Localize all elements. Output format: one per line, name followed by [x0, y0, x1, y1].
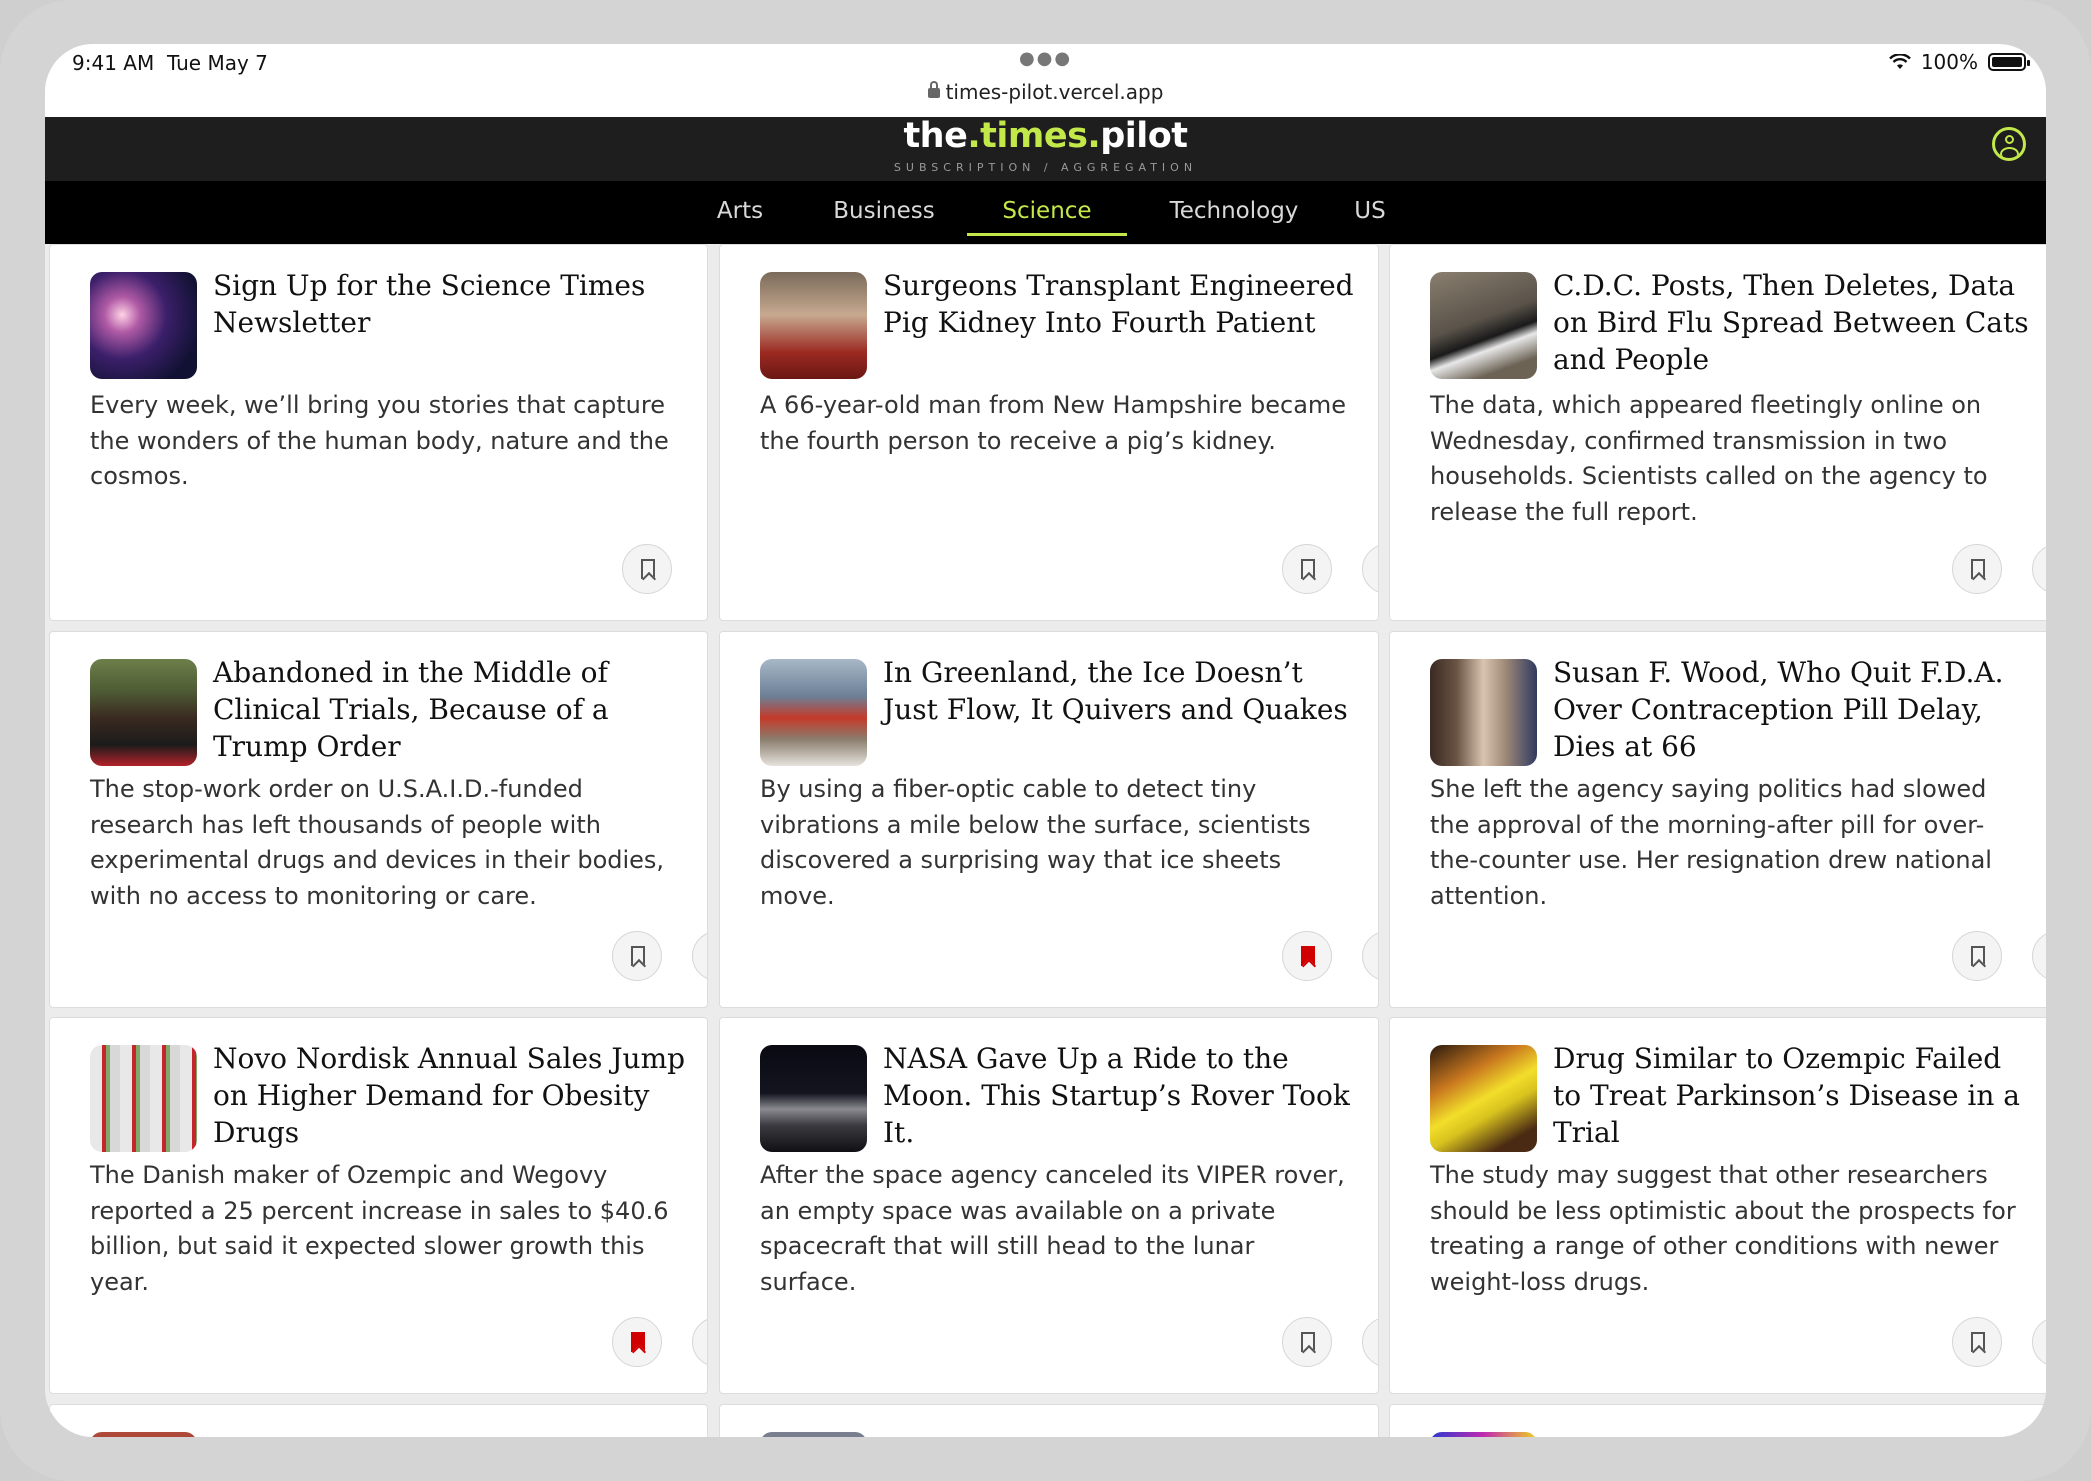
- article-card[interactable]: Surgeons Transplant Engineered Pig Kidne…: [719, 244, 1379, 621]
- bookmark-button[interactable]: [1952, 1317, 2002, 1367]
- clipboard-icon: [1378, 557, 1379, 581]
- article-thumbnail: [760, 1045, 867, 1152]
- copy-button[interactable]: [1362, 544, 1379, 594]
- article-card[interactable]: In Greenland, the Ice Doesn’t Just Flow,…: [719, 631, 1379, 1008]
- wifi-icon: [1888, 54, 1911, 69]
- article-card[interactable]: Novo Nordisk Annual Sales Jump on Higher…: [49, 1017, 708, 1394]
- article-thumbnail: [90, 272, 197, 379]
- tab-arts[interactable]: Arts: [700, 181, 780, 244]
- article-card-partial[interactable]: [49, 1404, 708, 1437]
- tablet-frame: 9:41 AM Tue May 7 ●●● 100% times-pilot.v…: [0, 0, 2091, 1481]
- bookmark-icon: [1971, 1332, 1985, 1352]
- article-card[interactable]: Susan F. Wood, Who Quit F.D.A. Over Cont…: [1389, 631, 2046, 1008]
- article-title[interactable]: Sign Up for the Science Times Newsletter: [213, 267, 689, 341]
- article-thumbnail: [760, 659, 867, 766]
- bookmark-button[interactable]: [1282, 1317, 1332, 1367]
- article-grid: Sign Up for the Science Times Newsletter…: [45, 244, 2046, 1437]
- bookmark-button[interactable]: [612, 931, 662, 981]
- article-card[interactable]: Drug Similar to Ozempic Failed to Treat …: [1389, 1017, 2046, 1394]
- article-thumbnail: [90, 1432, 197, 1437]
- bookmark-button[interactable]: [1952, 544, 2002, 594]
- article-title[interactable]: Abandoned in the Middle of Clinical Tria…: [213, 654, 689, 765]
- bookmark-icon: [1301, 1332, 1315, 1352]
- article-summary: She left the agency saying politics had …: [1430, 775, 1992, 910]
- user-account-icon[interactable]: [1992, 127, 2026, 161]
- article-card-partial[interactable]: [1389, 1404, 2046, 1437]
- masthead: the.times.pilot SUBSCRIPTION / AGGREGATI…: [45, 116, 2046, 181]
- article-summary: Every week, we’ll bring you stories that…: [90, 391, 669, 490]
- article-summary: By using a fiber-optic cable to detect t…: [760, 775, 1311, 910]
- article-summary: The stop-work order on U.S.A.I.D.-funded…: [90, 775, 665, 910]
- tab-business[interactable]: Business: [818, 181, 950, 244]
- article-thumbnail: [1430, 1432, 1537, 1437]
- article-summary: A 66-year-old man from New Hampshire bec…: [760, 391, 1347, 455]
- multitasking-dots-icon[interactable]: ●●●: [1019, 48, 1072, 69]
- article-thumbnail: [760, 1432, 867, 1437]
- article-thumbnail: [90, 659, 197, 766]
- bookmark-icon: [1301, 559, 1315, 579]
- article-title[interactable]: In Greenland, the Ice Doesn’t Just Flow,…: [883, 654, 1360, 728]
- status-bar: 9:41 AM Tue May 7 ●●● 100% times-pilot.v…: [45, 44, 2046, 117]
- article-title[interactable]: Surgeons Transplant Engineered Pig Kidne…: [883, 267, 1360, 341]
- article-summary: The data, which appeared fleetingly onli…: [1430, 391, 1988, 526]
- address-bar[interactable]: times-pilot.vercel.app: [45, 80, 2046, 104]
- tab-science[interactable]: Science: [967, 181, 1127, 244]
- url-text: times-pilot.vercel.app: [945, 80, 1164, 104]
- article-card-partial[interactable]: [719, 1404, 1379, 1437]
- bookmark-button[interactable]: [1282, 544, 1332, 594]
- bookmark-button[interactable]: [612, 1317, 662, 1367]
- tab-us[interactable]: US: [1345, 181, 1395, 244]
- bookmark-icon: [1971, 559, 1985, 579]
- tab-technology[interactable]: Technology: [1151, 181, 1317, 244]
- date-label: Tue May 7: [166, 51, 268, 75]
- battery-percent: 100%: [1920, 50, 1978, 74]
- article-thumbnail: [760, 272, 867, 379]
- article-summary: The study may suggest that other researc…: [1430, 1161, 2016, 1296]
- section-nav: Arts Business Science Technology US: [45, 181, 2046, 244]
- bookmark-button[interactable]: [1282, 931, 1332, 981]
- battery-icon: [1988, 53, 2030, 71]
- screen: 9:41 AM Tue May 7 ●●● 100% times-pilot.v…: [45, 44, 2046, 1437]
- article-summary: The Danish maker of Ozempic and Wegovy r…: [90, 1161, 669, 1296]
- lock-icon: [927, 81, 940, 98]
- bookmark-button[interactable]: [622, 544, 672, 594]
- bookmark-icon: [1971, 946, 1985, 966]
- time-label: 9:41 AM: [72, 51, 155, 75]
- copy-button[interactable]: [1362, 931, 1379, 981]
- logo-times: .times.: [967, 116, 1101, 156]
- article-card[interactable]: C.D.C. Posts, Then Deletes, Data on Bird…: [1389, 244, 2046, 621]
- tagline: SUBSCRIPTION / AGGREGATION: [893, 161, 1198, 174]
- article-card[interactable]: NASA Gave Up a Ride to the Moon. This St…: [719, 1017, 1379, 1394]
- article-card[interactable]: Sign Up for the Science Times Newsletter…: [49, 244, 708, 621]
- article-summary: After the space agency canceled its VIPE…: [760, 1161, 1345, 1296]
- copy-button[interactable]: [2032, 1317, 2046, 1367]
- site-logo[interactable]: the.times.pilot: [45, 116, 2046, 156]
- article-thumbnail: [90, 1045, 197, 1152]
- article-title[interactable]: NASA Gave Up a Ride to the Moon. This St…: [883, 1040, 1360, 1151]
- clipboard-icon: [1378, 1330, 1379, 1354]
- bookmark-button[interactable]: [1952, 931, 2002, 981]
- copy-button[interactable]: [692, 1317, 707, 1367]
- status-right: 100%: [1888, 50, 2030, 74]
- bookmark-filled-icon: [1301, 946, 1315, 966]
- article-thumbnail: [1430, 659, 1537, 766]
- article-card[interactable]: Abandoned in the Middle of Clinical Tria…: [49, 631, 708, 1008]
- copy-button[interactable]: [2032, 931, 2046, 981]
- clipboard-icon: [1378, 944, 1379, 968]
- article-title[interactable]: Novo Nordisk Annual Sales Jump on Higher…: [213, 1040, 689, 1151]
- copy-button[interactable]: [1362, 1317, 1379, 1367]
- bookmark-icon: [631, 946, 645, 966]
- status-time: 9:41 AM Tue May 7: [72, 51, 268, 75]
- bookmark-icon: [641, 559, 655, 579]
- copy-button[interactable]: [2032, 544, 2046, 594]
- article-title[interactable]: Susan F. Wood, Who Quit F.D.A. Over Cont…: [1553, 654, 2030, 765]
- article-thumbnail: [1430, 272, 1537, 379]
- article-thumbnail: [1430, 1045, 1537, 1152]
- article-title[interactable]: C.D.C. Posts, Then Deletes, Data on Bird…: [1553, 267, 2030, 378]
- logo-pilot: pilot: [1100, 116, 1188, 156]
- bookmark-filled-icon: [631, 1332, 645, 1352]
- logo-the: the: [903, 116, 968, 156]
- copy-button[interactable]: [692, 931, 707, 981]
- article-title[interactable]: Drug Similar to Ozempic Failed to Treat …: [1553, 1040, 2030, 1151]
